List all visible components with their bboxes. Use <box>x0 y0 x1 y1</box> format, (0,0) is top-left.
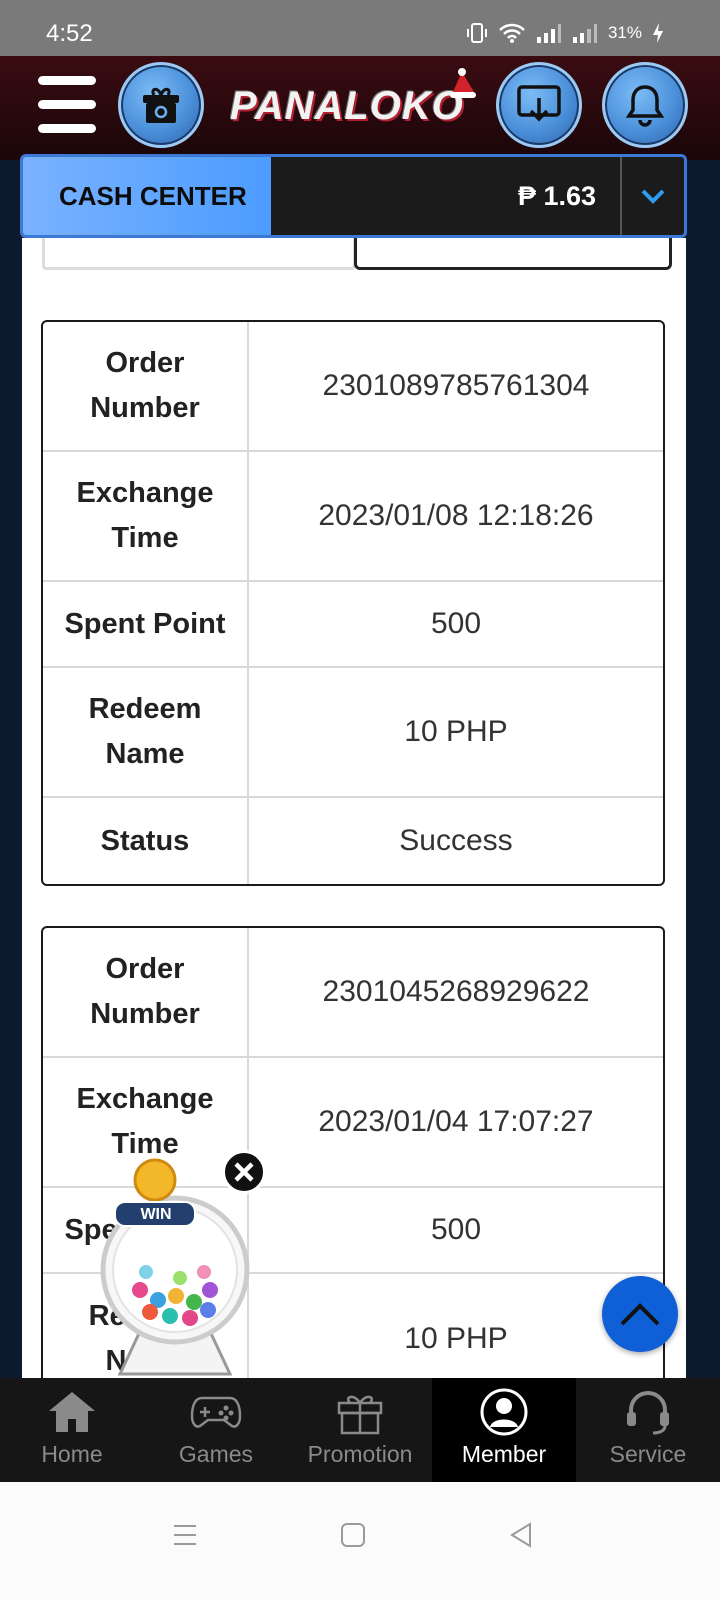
bottom-nav: Home Games Promotion Member Service <box>0 1378 720 1482</box>
table-row: Spent Point 500 <box>43 582 663 668</box>
wifi-icon <box>499 23 525 43</box>
status-label: Status <box>43 798 249 884</box>
notification-button[interactable] <box>602 62 688 148</box>
home-button-icon[interactable] <box>340 1522 366 1548</box>
table-row: Status Success <box>43 798 663 884</box>
nav-item-home[interactable]: Home <box>0 1378 144 1482</box>
cash-center-label[interactable]: CASH CENTER <box>23 157 271 235</box>
record-card: Order Number 2301089785761304 Exchange T… <box>41 320 665 886</box>
nav-item-member[interactable]: Member <box>432 1378 576 1482</box>
spent-point-value: 500 <box>430 1213 482 1246</box>
gamepad-icon <box>190 1396 242 1428</box>
nav-label-service: Service <box>609 1441 687 1467</box>
status-time: 4:52 <box>46 20 93 47</box>
tab-left[interactable] <box>42 238 356 270</box>
exchange-time-value: 2023/01/08 12:18:26 <box>318 499 594 532</box>
order-number-value: 2301089785761304 <box>322 369 590 402</box>
menu-icon[interactable] <box>38 76 96 136</box>
status-icons: 31% <box>466 22 664 44</box>
table-row: Redeem Name 10 PHP <box>43 668 663 798</box>
nav-item-games[interactable]: Games <box>144 1378 288 1482</box>
nav-label-promotion: Promotion <box>307 1441 413 1467</box>
table-row: Order Number 2301045268929622 <box>43 928 663 1058</box>
exchange-time-label: Exchange Time <box>43 452 249 580</box>
headset-icon <box>627 1391 669 1435</box>
table-row: Order Number 2301089785761304 <box>43 322 663 452</box>
brand-logo: PANALOKO <box>230 84 464 128</box>
balance-dropdown[interactable] <box>622 157 684 235</box>
download-icon <box>517 85 561 122</box>
battery-percent: 31% <box>607 23 642 42</box>
balance-amount: ₱ 1.63 <box>271 157 622 235</box>
nav-item-promotion[interactable]: Promotion <box>288 1378 432 1482</box>
status-value: Success <box>399 824 513 857</box>
redeem-name-label: Redeem Name <box>43 668 249 796</box>
nav-label-member: Member <box>461 1441 547 1467</box>
nav-label-games: Games <box>178 1441 254 1467</box>
member-icon <box>480 1388 528 1436</box>
order-number-label: Order Number <box>43 322 249 450</box>
win-badge: WIN <box>140 1206 172 1223</box>
spent-point-value: 500 <box>430 607 482 640</box>
chevron-up-icon <box>620 1303 660 1326</box>
system-nav-bar <box>0 1482 720 1600</box>
gift-button[interactable] <box>118 62 204 148</box>
redeem-name-value: 10 PHP <box>404 715 508 748</box>
order-number-value: 2301045268929622 <box>322 975 590 1008</box>
charging-icon <box>653 23 663 43</box>
tab-right[interactable] <box>354 238 672 270</box>
gift-box-icon <box>143 87 179 123</box>
status-bar: 4:52 31% <box>0 0 720 56</box>
bell-icon <box>625 85 665 127</box>
vibrate-icon <box>466 23 487 43</box>
app-header: PANALOKO <box>0 56 720 160</box>
nav-item-service[interactable]: Service <box>576 1378 720 1482</box>
recent-apps-icon[interactable] <box>172 1522 198 1548</box>
gift-icon <box>337 1395 383 1435</box>
download-button[interactable] <box>496 62 582 148</box>
table-row: Exchange Time 2023/01/08 12:18:26 <box>43 452 663 582</box>
chevron-down-icon <box>641 189 665 204</box>
signal-icon <box>536 24 561 43</box>
exchange-time-value: 2023/01/04 17:07:27 <box>318 1105 594 1138</box>
redeem-name-value: 10 PHP <box>404 1322 508 1355</box>
back-icon[interactable] <box>508 1522 534 1548</box>
signal-icon-2 <box>572 24 597 43</box>
nav-label-home: Home <box>41 1441 103 1467</box>
close-icon[interactable] <box>222 1150 266 1194</box>
scroll-to-top-button[interactable] <box>602 1276 678 1352</box>
cash-center-bar[interactable]: CASH CENTER ₱ 1.63 <box>20 154 687 238</box>
santa-hat-icon <box>450 68 476 98</box>
order-number-label: Order Number <box>43 928 249 1056</box>
home-icon <box>49 1392 95 1432</box>
spent-point-label: Spent Point <box>43 582 249 666</box>
